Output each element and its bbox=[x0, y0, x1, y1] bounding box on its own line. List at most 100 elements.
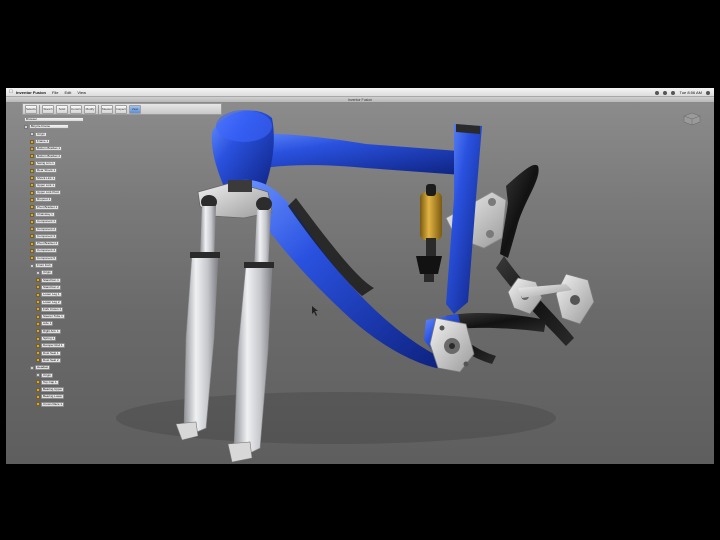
browser-item-label: Bottom Bracket 2 bbox=[35, 153, 63, 159]
browser-item[interactable]: Chainstay 1 bbox=[24, 211, 92, 218]
menu-file[interactable]: File bbox=[52, 90, 58, 95]
clock[interactable]: Tue 8:56 AM bbox=[679, 90, 702, 95]
browser-assembly[interactable]: Bicycle Frame bbox=[24, 123, 92, 130]
browser-item-label: Dust Seal 1 bbox=[41, 350, 61, 356]
battery-icon[interactable] bbox=[671, 90, 676, 95]
component-icon bbox=[30, 146, 34, 151]
browser-item[interactable]: Crown Race 1 bbox=[24, 401, 92, 408]
browser-item[interactable]: Pivot Bracket 2 bbox=[24, 240, 92, 247]
apple-icon[interactable]:  bbox=[6, 89, 16, 95]
browser-item[interactable]: Origin bbox=[24, 371, 92, 378]
component-icon bbox=[30, 227, 34, 232]
browser-item-label: Stanchion 2 bbox=[41, 284, 61, 290]
browser-item[interactable]: Stanchion 2 bbox=[24, 284, 92, 291]
browser-item-label: Steerer Tube 1 bbox=[41, 314, 65, 320]
component-icon bbox=[36, 351, 40, 356]
browser-item[interactable]: Rear Shock 1 bbox=[24, 167, 92, 174]
browser-item[interactable]: Stanchion 1 bbox=[24, 277, 92, 284]
tool-selection[interactable]: Selection bbox=[25, 104, 37, 114]
menubar-status: Tue 8:56 AM bbox=[655, 88, 710, 97]
browser-item[interactable]: Right Arm 1 bbox=[24, 328, 92, 335]
browser-item-label: Spring 1 bbox=[41, 336, 57, 342]
browser-item[interactable]: Shock Link 1 bbox=[24, 174, 92, 181]
browser-item[interactable]: Fork Crown 1 bbox=[24, 306, 92, 313]
browser-item[interactable]: Dust Seal 1 bbox=[24, 350, 92, 357]
browser-item[interactable]: Steerer Tube 1 bbox=[24, 313, 92, 320]
browser-item[interactable]: Upper Link Pivot bbox=[24, 189, 92, 196]
component-icon bbox=[30, 256, 34, 261]
wifi-icon[interactable] bbox=[655, 90, 660, 95]
browser-item[interactable]: Component 3 bbox=[24, 233, 92, 240]
browser-item-label: Lower Leg 2 bbox=[41, 299, 62, 305]
rear-shock[interactable] bbox=[416, 184, 442, 282]
browser-item-label: Stanchion 1 bbox=[41, 277, 61, 283]
component-icon bbox=[30, 205, 34, 210]
spotlight-icon[interactable] bbox=[706, 90, 710, 95]
tool-modify[interactable]: Modify bbox=[84, 104, 96, 114]
browser-item-label: Component 1 bbox=[35, 219, 58, 225]
browser-item[interactable]: Upper Link 1 bbox=[24, 182, 92, 189]
component-icon bbox=[30, 168, 34, 173]
component-icon bbox=[36, 314, 40, 319]
browser-item-label: Pivot Bracket 2 bbox=[35, 241, 60, 247]
component-icon bbox=[30, 212, 34, 217]
browser-item[interactable]: Swing Arm 1 bbox=[24, 160, 92, 167]
component-icon bbox=[36, 387, 40, 392]
browser-item[interactable]: Bottom Bracket 2 bbox=[24, 152, 92, 159]
browser-item[interactable]: Component 4 bbox=[24, 247, 92, 254]
viewport-3d[interactable] bbox=[6, 88, 714, 464]
browser-item[interactable]: Component 5 bbox=[24, 255, 92, 262]
folder-icon bbox=[30, 132, 34, 137]
browser-item[interactable]: Origin bbox=[24, 269, 92, 276]
separator bbox=[98, 104, 99, 114]
browser-item[interactable]: Spring 1 bbox=[24, 335, 92, 342]
browser-item[interactable]: Headset bbox=[24, 364, 92, 371]
screen:  Inventor Fusion File Edit View Tue 8:5… bbox=[6, 88, 714, 464]
model-browser: Browser Bicycle Frame Origin Frame 1 Botto… bbox=[24, 116, 92, 407]
browser-item[interactable]: Axle 1 bbox=[24, 320, 92, 327]
tool-view[interactable]: View bbox=[129, 104, 141, 114]
component-icon bbox=[36, 336, 40, 341]
browser-item[interactable]: Top Cap 1 bbox=[24, 379, 92, 386]
component-icon bbox=[30, 241, 34, 246]
browser-item[interactable]: Lower Leg 1 bbox=[24, 291, 92, 298]
tool-inspect[interactable]: Inspect bbox=[115, 104, 127, 114]
folder-icon bbox=[36, 270, 40, 275]
menu-app[interactable]: Inventor Fusion bbox=[16, 90, 46, 95]
component-icon bbox=[36, 278, 40, 283]
browser-item[interactable]: Bearing Upper bbox=[24, 386, 92, 393]
browser-item-label: Headset bbox=[35, 365, 51, 371]
browser-item[interactable]: Damper Rod 1 bbox=[24, 342, 92, 349]
browser-item[interactable]: Component 1 bbox=[24, 218, 92, 225]
menu-view[interactable]: View bbox=[77, 90, 86, 95]
browser-item-label: Bearing Upper bbox=[41, 387, 65, 393]
browser-item-label: Rear Shock 1 bbox=[35, 168, 58, 174]
browser-item[interactable]: Origin bbox=[24, 131, 92, 138]
browser-item-label: Upper Link 1 bbox=[35, 182, 57, 188]
browser-item[interactable]: Component 2 bbox=[24, 225, 92, 232]
browser-item[interactable]: Lower Leg 2 bbox=[24, 298, 92, 305]
tool-construction[interactable]: Construction bbox=[70, 104, 82, 114]
browser-item[interactable]: Frame 1 bbox=[24, 138, 92, 145]
browser-item-label: Dust Seal 2 bbox=[41, 357, 61, 363]
volume-icon[interactable] bbox=[663, 90, 668, 95]
folder-icon bbox=[36, 373, 40, 378]
browser-item[interactable]: Front Fork bbox=[24, 262, 92, 269]
tool-measure[interactable]: Measure bbox=[101, 104, 113, 114]
browser-title: Browser bbox=[24, 117, 84, 123]
browser-item[interactable]: Bottom Bracket 1 bbox=[24, 145, 92, 152]
mouse-cursor bbox=[312, 306, 318, 316]
tool-sketch[interactable]: Sketch bbox=[42, 104, 54, 114]
browser-item[interactable]: Pivot Bracket 1 bbox=[24, 204, 92, 211]
tool-solid[interactable]: Solid bbox=[56, 104, 68, 114]
browser-item-label: Component 2 bbox=[35, 226, 58, 232]
browser-item[interactable]: Dust Seal 2 bbox=[24, 357, 92, 364]
browser-item[interactable]: Bearing Lower bbox=[24, 393, 92, 400]
browser-header: Browser bbox=[24, 116, 92, 123]
menu-edit[interactable]: Edit bbox=[64, 90, 71, 95]
component-icon bbox=[30, 234, 34, 239]
browser-item-label: Crown Race 1 bbox=[41, 401, 65, 407]
browser-item[interactable]: Dropout 1 bbox=[24, 196, 92, 203]
view-cube[interactable] bbox=[682, 112, 702, 126]
browser-item-label: Front Fork bbox=[35, 263, 53, 269]
